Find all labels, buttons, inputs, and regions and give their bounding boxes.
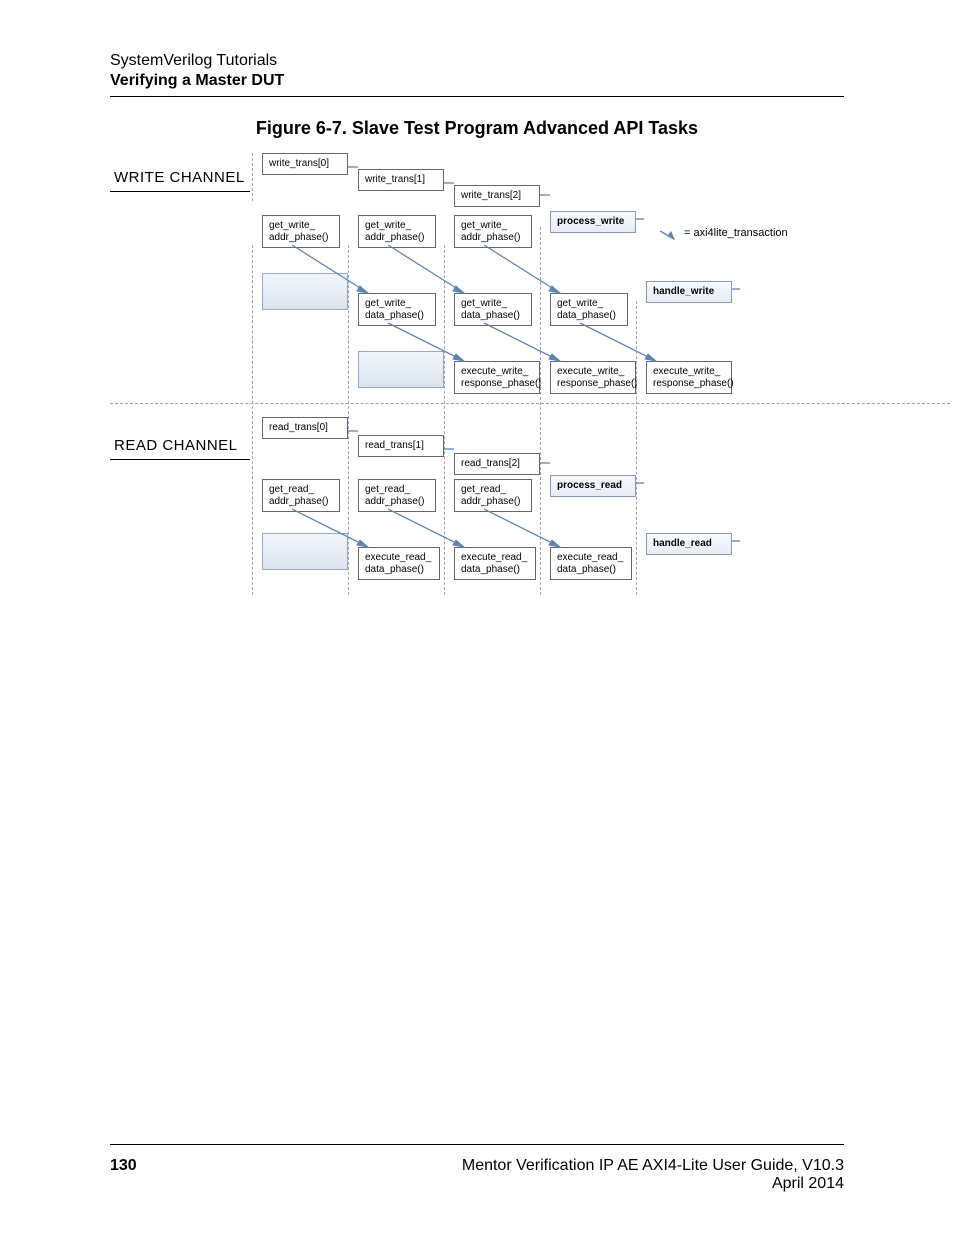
footer-rule	[110, 1144, 844, 1145]
footer-date: April 2014	[772, 1175, 844, 1193]
header-chapter: SystemVerilog Tutorials	[110, 52, 844, 70]
diagram: WRITE CHANNEL READ CHANNEL write_trans[0…	[110, 145, 844, 605]
arrows-layer	[110, 145, 844, 605]
figure-title: Figure 6-7. Slave Test Program Advanced …	[0, 118, 954, 139]
header-rule	[110, 96, 844, 97]
footer-title: Mentor Verification IP AE AXI4-Lite User…	[462, 1157, 844, 1175]
header-section: Verifying a Master DUT	[110, 72, 844, 90]
page-header: SystemVerilog Tutorials Verifying a Mast…	[110, 52, 844, 97]
page-number: 130	[110, 1157, 137, 1175]
